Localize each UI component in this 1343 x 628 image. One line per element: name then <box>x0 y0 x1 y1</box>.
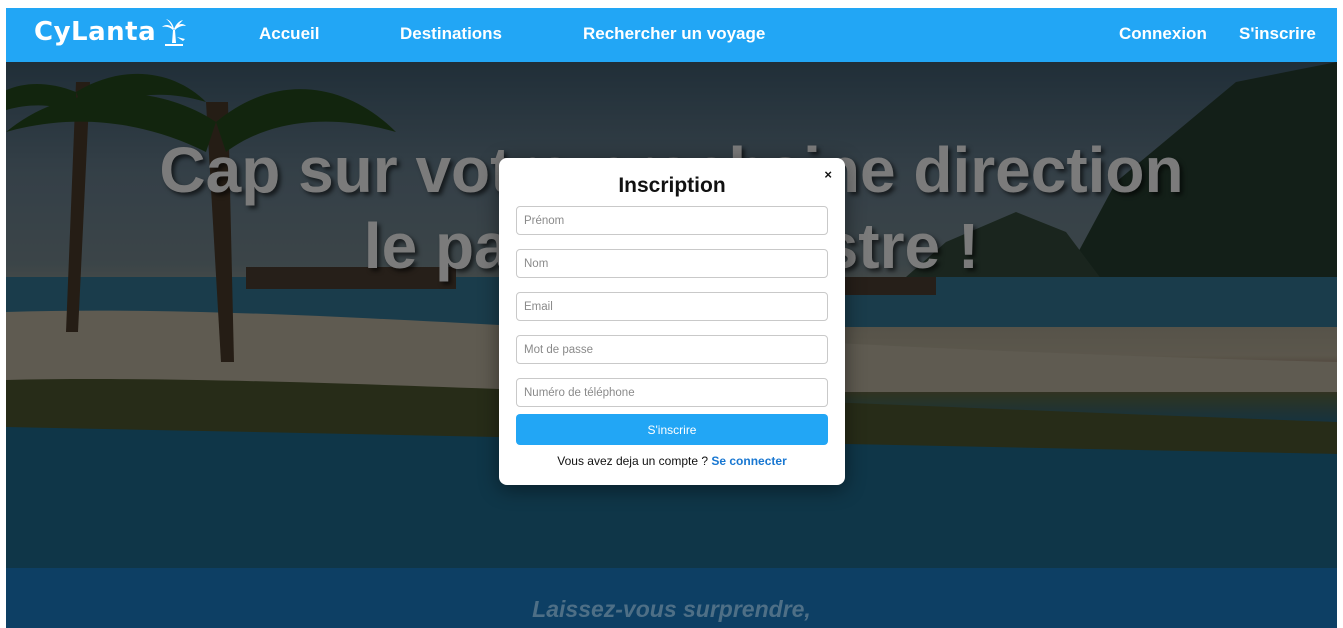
nav-link-connexion[interactable]: Connexion <box>1119 24 1207 44</box>
login-prompt-text: Vous avez deja un compte ? <box>557 454 709 468</box>
signup-modal: × Inscription S'inscrire Vous avez deja … <box>499 158 845 485</box>
logo[interactable]: CyLanta <box>34 17 187 47</box>
nav-link-rechercher[interactable]: Rechercher un voyage <box>583 24 765 44</box>
nav-link-destinations[interactable]: Destinations <box>400 24 502 44</box>
login-prompt: Vous avez deja un compte ? Se connecter <box>499 454 845 468</box>
login-link[interactable]: Se connecter <box>711 454 786 468</box>
password-input[interactable] <box>516 335 828 364</box>
intro-section: Laissez-vous surprendre, <box>6 568 1337 628</box>
nav-link-inscrire[interactable]: S'inscrire <box>1239 24 1316 44</box>
nom-input[interactable] <box>516 249 828 278</box>
top-navbar: CyLanta Accueil Destinations Rechercher … <box>6 8 1337 62</box>
page-frame: CyLanta Accueil Destinations Rechercher … <box>6 8 1337 628</box>
intro-tagline: Laissez-vous surprendre, <box>532 596 811 622</box>
logo-text: CyLanta <box>34 17 157 47</box>
email-input[interactable] <box>516 292 828 321</box>
palm-tree-icon <box>162 19 187 46</box>
modal-title: Inscription <box>618 174 726 197</box>
nav-link-accueil[interactable]: Accueil <box>259 24 319 44</box>
phone-input[interactable] <box>516 378 828 407</box>
prenom-input[interactable] <box>516 206 828 235</box>
signup-submit-button[interactable]: S'inscrire <box>516 414 828 445</box>
